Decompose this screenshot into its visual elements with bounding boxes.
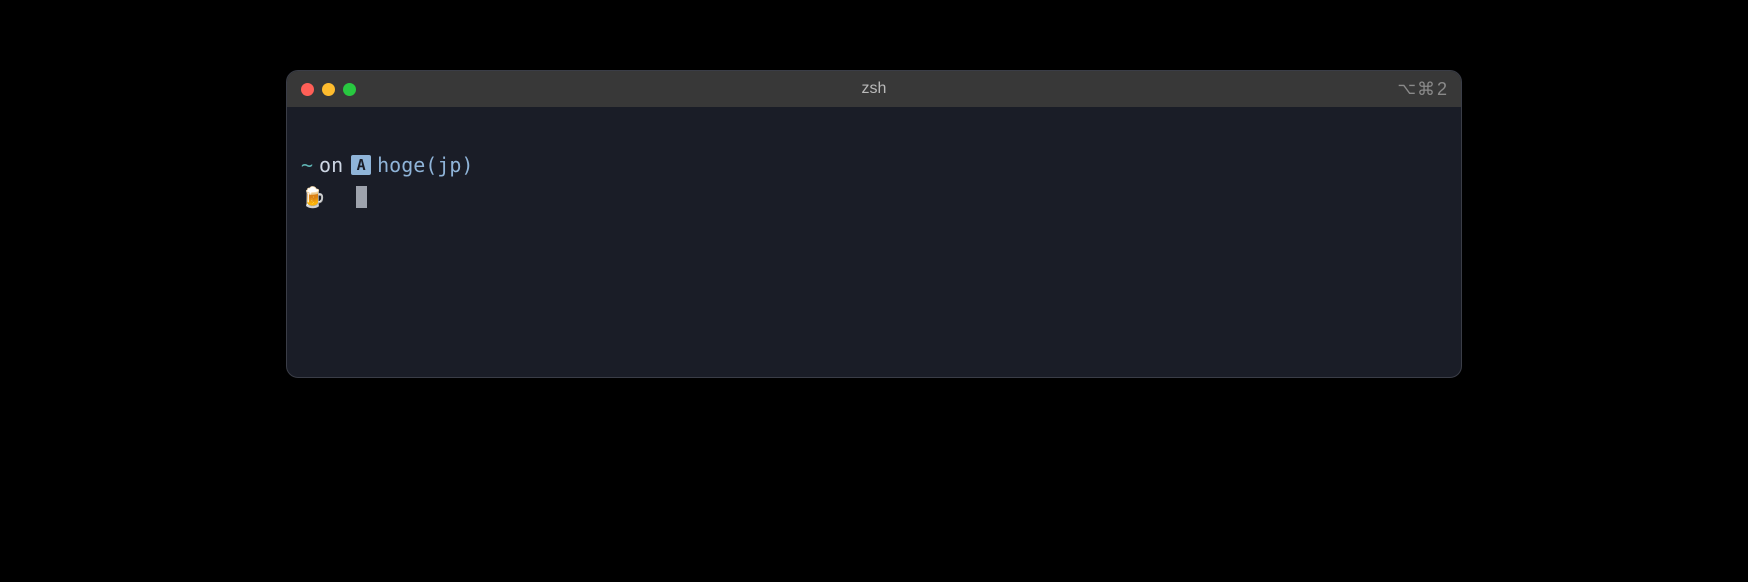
context-badge: A [351, 155, 371, 175]
shortcut-number: 2 [1437, 79, 1447, 100]
cursor[interactable] [356, 186, 367, 208]
option-key-icon: ⌥ [1398, 79, 1415, 99]
beer-icon: 🍺 [301, 181, 326, 213]
terminal-window: zsh ⌥ ⌘ 2 ~ on A hoge(jp) 🍺 [286, 70, 1462, 378]
maximize-icon[interactable] [343, 83, 356, 96]
prompt-line-2: 🍺 [301, 181, 1447, 213]
prompt-line-1: ~ on A hoge(jp) [301, 149, 1447, 181]
titlebar-shortcut: ⌥ ⌘ 2 [1398, 79, 1447, 100]
prompt-on-label: on [319, 149, 343, 181]
terminal-body[interactable]: ~ on A hoge(jp) 🍺 [287, 107, 1461, 377]
context-name: hoge(jp) [377, 149, 473, 181]
command-key-icon: ⌘ [1417, 79, 1435, 100]
cwd-indicator: ~ [301, 149, 313, 181]
minimize-icon[interactable] [322, 83, 335, 96]
traffic-lights [301, 83, 356, 96]
close-icon[interactable] [301, 83, 314, 96]
window-title: zsh [862, 80, 887, 98]
titlebar[interactable]: zsh ⌥ ⌘ 2 [287, 71, 1461, 107]
